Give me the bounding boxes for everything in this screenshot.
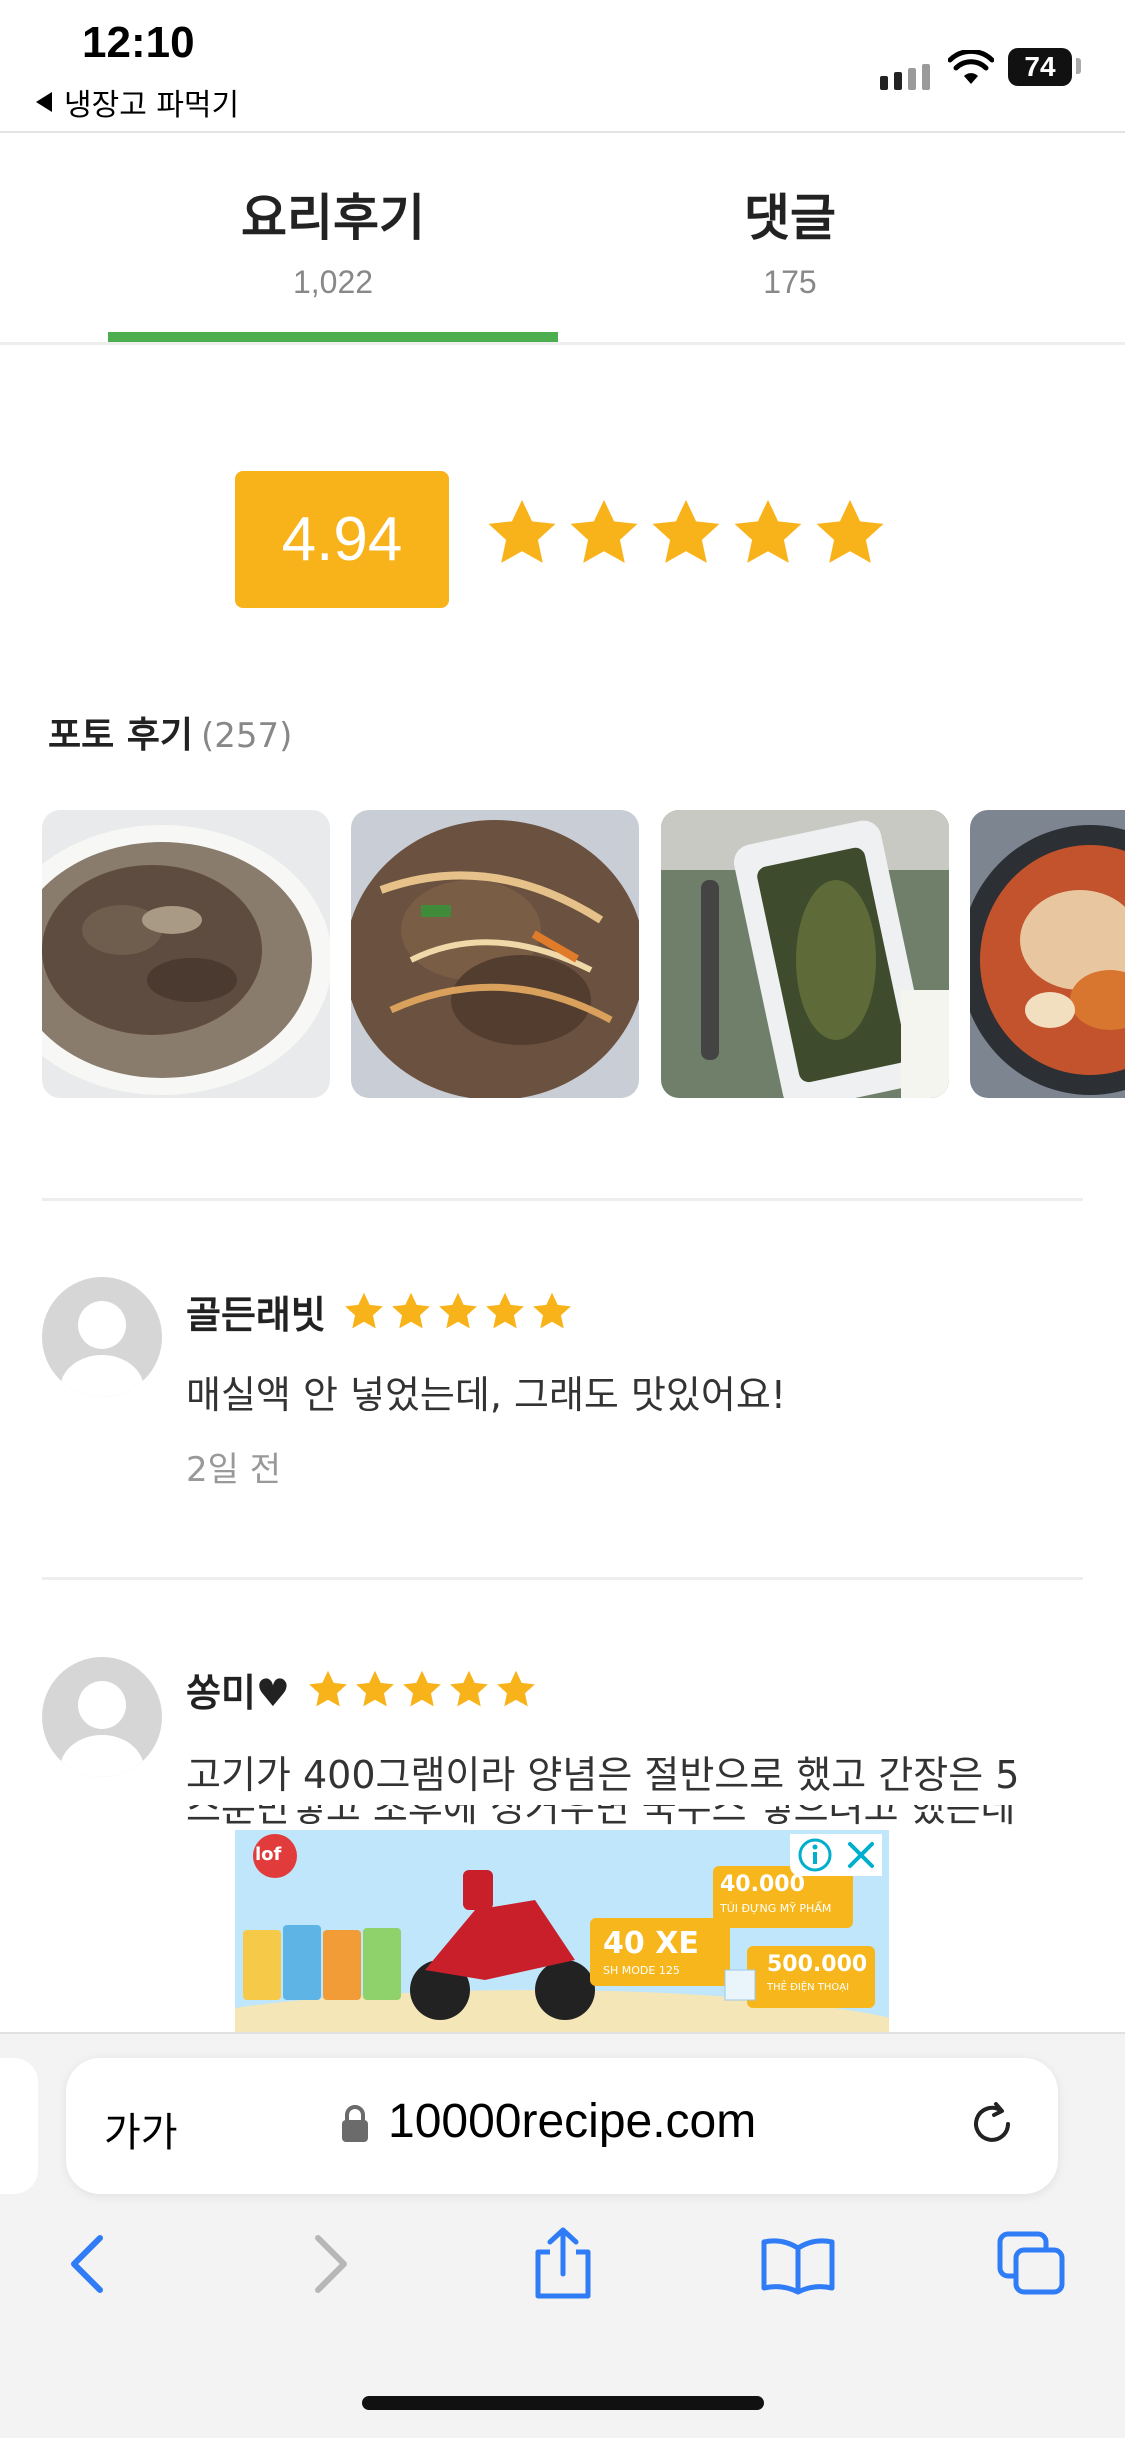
tabs-icon[interactable] bbox=[996, 2230, 1068, 2302]
text-size-button[interactable]: 가가 bbox=[104, 2100, 178, 2158]
ad-promo-3-caption: THẺ ĐIỆN THOẠI bbox=[767, 1982, 850, 1993]
tab-reviews-count: 1,022 bbox=[292, 264, 374, 300]
star-icon bbox=[309, 1670, 347, 1706]
back-triangle-icon bbox=[36, 92, 52, 112]
share-icon[interactable] bbox=[528, 2226, 598, 2306]
photo-review-thumbnail[interactable] bbox=[661, 810, 949, 1098]
photo-review-thumbnail[interactable] bbox=[351, 810, 639, 1098]
bookmarks-icon[interactable] bbox=[760, 2236, 836, 2300]
battery-tip bbox=[1076, 58, 1081, 74]
star-icon bbox=[570, 499, 638, 563]
reviewer-name: 골든래빗 bbox=[186, 1293, 326, 1337]
star-icon bbox=[356, 1670, 394, 1706]
ad-promo-1-value: 40.000 bbox=[720, 1872, 805, 1897]
reviewer-name: 쏭미♥ bbox=[186, 1671, 290, 1715]
tab-comments-label: 댓글 bbox=[744, 189, 836, 247]
ad-promo-2-value: 40 XE bbox=[603, 1926, 699, 1961]
forward-arrow-icon[interactable] bbox=[308, 2232, 352, 2300]
review-text-line2: 스푼만넣고 초후에 싱거우면 국수스 넣으려고 했는데 bbox=[186, 1805, 1016, 1830]
battery-icon: 74 bbox=[1008, 48, 1072, 86]
star-icon bbox=[391, 1292, 430, 1328]
avatar[interactable] bbox=[42, 1277, 162, 1397]
photo-review-thumbnail[interactable] bbox=[42, 810, 330, 1098]
review-text-overflow: 스푼만넣고 초후에 싱거우면 국수스 넣으려고 했는데 bbox=[186, 1805, 1086, 1830]
star-icon bbox=[652, 499, 720, 563]
photo-review-thumbnail[interactable] bbox=[970, 810, 1125, 1098]
tab-divider bbox=[0, 342, 1125, 345]
back-arrow-icon[interactable] bbox=[66, 2232, 110, 2300]
ad-brand-logo: lof bbox=[255, 1844, 282, 1865]
review-time: 2일 전 bbox=[186, 1450, 281, 1490]
tab-reviews-label: 요리후기 bbox=[241, 189, 425, 247]
rating-score: 4.94 bbox=[235, 471, 449, 608]
ad-info-icon[interactable] bbox=[797, 1837, 833, 1873]
ad-promo-3-value: 500.000 bbox=[767, 1952, 868, 1977]
tab-comments[interactable]: 댓글 175 bbox=[565, 178, 1015, 301]
star-icon bbox=[403, 1670, 441, 1706]
header-divider bbox=[0, 131, 1125, 133]
star-icon bbox=[816, 499, 884, 563]
cellular-signal-icon bbox=[880, 64, 930, 90]
wifi-icon bbox=[947, 48, 995, 90]
reload-icon[interactable] bbox=[966, 2098, 1018, 2154]
review-stars bbox=[342, 1290, 574, 1334]
tab-comments-count: 175 bbox=[763, 264, 817, 300]
review-stars bbox=[306, 1668, 538, 1712]
lock-icon bbox=[338, 2104, 372, 2148]
status-time: 12:10 bbox=[82, 18, 195, 67]
section-divider bbox=[42, 1577, 1083, 1580]
tab-reviews[interactable]: 요리후기 1,022 bbox=[108, 178, 558, 301]
star-icon bbox=[497, 1670, 535, 1706]
url-text[interactable]: 10000recipe.com bbox=[388, 2094, 756, 2149]
back-to-app-button[interactable]: 냉장고 파먹기 bbox=[36, 80, 239, 124]
previous-tab-peek[interactable] bbox=[0, 2058, 38, 2194]
photo-reviews-count: (257) bbox=[201, 716, 293, 756]
ad-promo-1-caption: TÚI ĐỰNG MỸ PHẨM bbox=[720, 1902, 832, 1915]
star-icon bbox=[485, 1292, 524, 1328]
review-header: 골든래빗 bbox=[186, 1284, 574, 1339]
active-tab-indicator bbox=[108, 332, 558, 342]
review-text: 매실액 안 넣었는데, 그래도 맛있어요! bbox=[186, 1373, 787, 1417]
back-app-label: 냉장고 파먹기 bbox=[64, 88, 240, 123]
rating-stars bbox=[483, 495, 889, 573]
photo-reviews-label: 포토 후기 bbox=[48, 715, 194, 756]
ad-close-icon[interactable] bbox=[846, 1840, 876, 1870]
review-header: 쏭미♥ bbox=[186, 1662, 538, 1717]
avatar[interactable] bbox=[42, 1657, 162, 1777]
photo-reviews-title: 포토 후기 (257) bbox=[48, 706, 292, 758]
star-icon bbox=[344, 1292, 383, 1328]
home-indicator bbox=[362, 2396, 764, 2410]
ad-promo-2-caption: SH MODE 125 bbox=[603, 1964, 680, 1977]
star-icon bbox=[488, 499, 556, 563]
star-icon bbox=[450, 1670, 488, 1706]
section-divider bbox=[42, 1198, 1083, 1201]
star-icon bbox=[532, 1292, 571, 1328]
ad-controls bbox=[790, 1834, 882, 1876]
review-text: 고기가 400그램이라 양념은 절반으로 했고 간장은 5 bbox=[186, 1753, 1020, 1797]
star-icon bbox=[438, 1292, 477, 1328]
star-icon bbox=[734, 499, 802, 563]
